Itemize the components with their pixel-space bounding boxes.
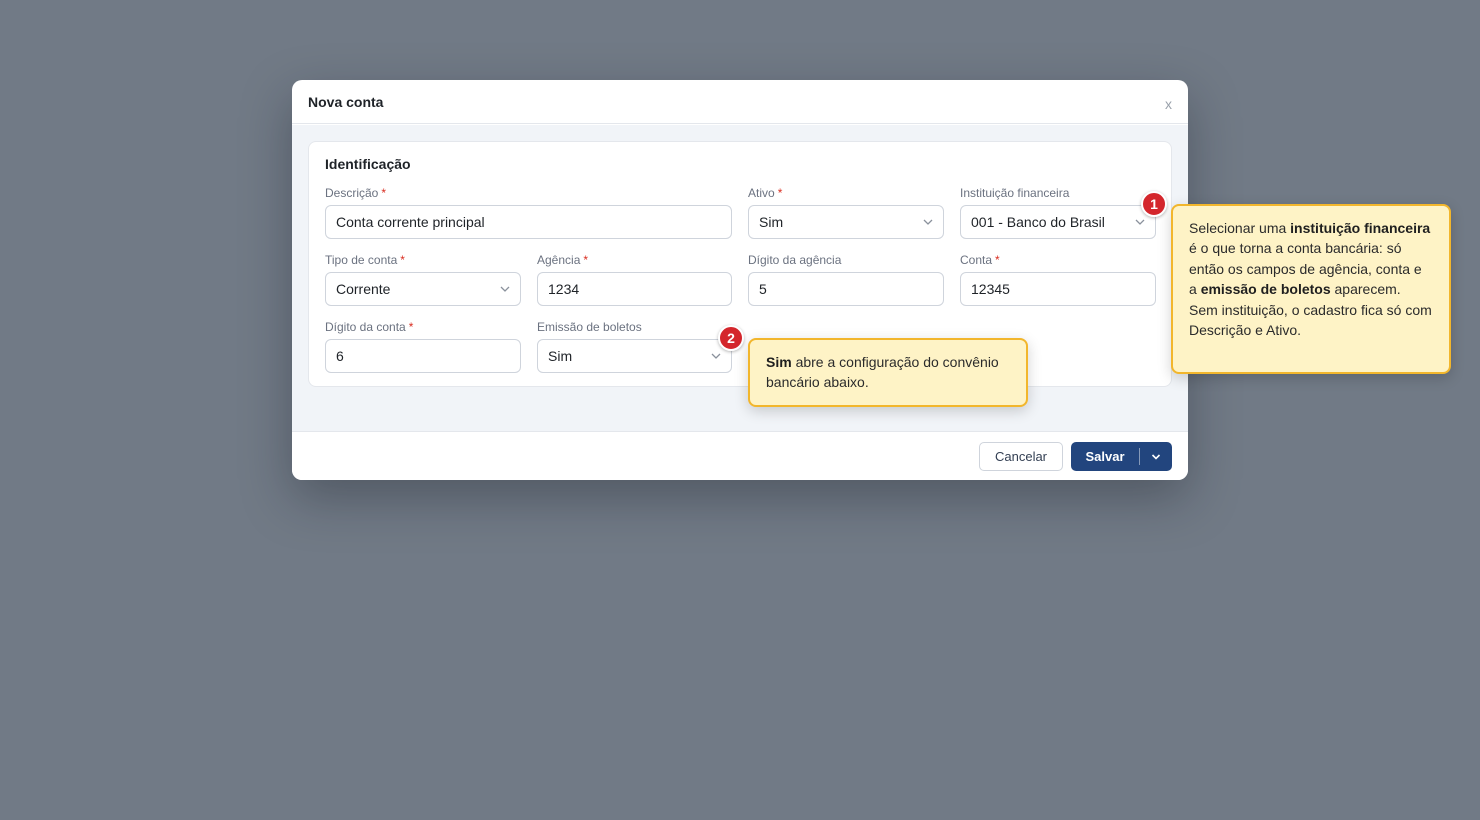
chevron-down-icon [1151,453,1161,460]
digito-conta-field: Dígito da conta * 6 [325,320,521,373]
emissao-boletos-label: Emissão de boletos [537,320,642,334]
chevron-down-icon [923,219,933,225]
required-mark: * [777,186,783,200]
tooltip-bold-text: emissão de boletos [1200,281,1331,298]
conta-field: Conta * 12345 [960,253,1156,306]
chevron-down-icon [711,353,721,359]
conta-input[interactable]: 12345 [960,272,1156,306]
required-mark: * [400,253,405,267]
save-button-label[interactable]: Salvar [1071,449,1139,464]
agencia-input[interactable]: 1234 [537,272,732,306]
ativo-field: Ativo * Sim [748,186,944,239]
descricao-field: Descrição * Conta corrente principal [325,186,732,239]
required-mark: * [381,186,387,200]
digito-agencia-input[interactable]: 5 [748,272,944,306]
modal-title: Nova conta [308,93,384,110]
instituicao-label: Instituição financeira [960,186,1070,200]
identification-section: Identificação Descrição * Conta corrente … [308,141,1172,387]
tooltip-text: abre a configuração do convênio bancário… [766,354,999,391]
instituicao-field: Instituição financeira 001 - Banco do Br… [960,186,1156,239]
tipo-conta-field: Tipo de conta * Corrente [325,253,521,306]
modal-footer: Cancelar Salvar [292,431,1188,480]
digito-conta-label: Dígito da conta * [325,320,414,334]
required-mark: * [995,253,1000,267]
new-account-modal: Nova conta x Identificação Descrição * Co… [292,80,1188,480]
tipo-conta-label: Tipo de conta * [325,253,405,267]
instituicao-select[interactable]: 001 - Banco do Brasil [960,205,1156,239]
required-mark: * [583,253,589,267]
digito-agencia-label: Dígito da agência [748,253,842,267]
close-icon[interactable]: x [1165,96,1172,112]
save-options-toggle[interactable] [1140,452,1172,462]
annotation-badge-1: 1 [1141,191,1167,217]
annotation-badge-2: 2 [718,325,744,351]
digito-agencia-field: Dígito da agência 5 [748,253,944,306]
section-title: Identificação [325,156,411,172]
emissao-boletos-select[interactable]: Sim [537,339,732,373]
emissao-boletos-field: Emissão de boletos Sim [537,320,732,373]
annotation-tooltip-2: Sim abre a configuração do convênio banc… [748,338,1028,407]
required-mark: * [408,320,414,334]
tooltip-bold-text: instituição financeira [1290,220,1431,236]
annotation-tooltip-1: Selecionar uma instituição financeira é … [1171,204,1451,374]
agencia-field: Agência * 1234 [537,253,732,306]
chevron-down-icon [500,286,510,292]
tooltip-text: Selecionar uma [1189,220,1291,236]
cancel-button[interactable]: Cancelar [979,442,1063,471]
ativo-label: Ativo * [748,186,783,200]
tooltip-bold-text: Sim [766,354,792,370]
save-button[interactable]: Salvar [1071,442,1172,471]
conta-label: Conta * [960,253,1000,267]
ativo-select[interactable]: Sim [748,205,944,239]
tipo-conta-select[interactable]: Corrente [325,272,521,306]
descricao-label: Descrição * [325,186,387,200]
digito-conta-input[interactable]: 6 [325,339,521,373]
modal-header: Nova conta x [292,80,1188,124]
modal-body: Identificação Descrição * Conta corrente … [292,125,1188,431]
chevron-down-icon [1135,219,1145,225]
agencia-label: Agência * [537,253,589,267]
descricao-input[interactable]: Conta corrente principal [325,205,732,239]
